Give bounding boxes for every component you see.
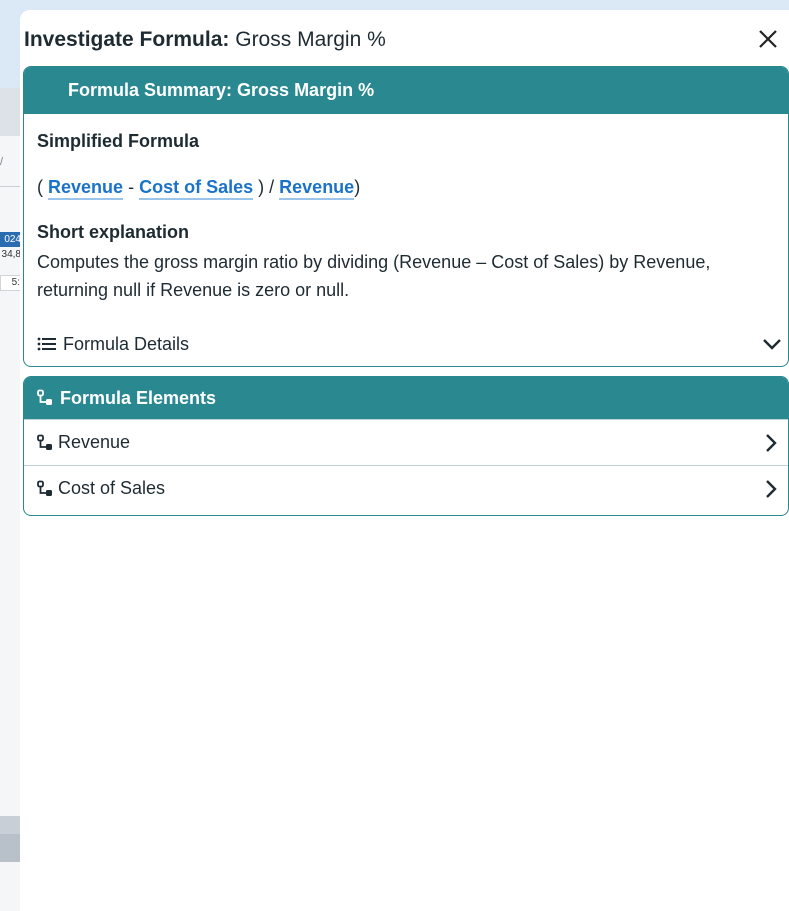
chevron-down-icon bbox=[762, 337, 782, 351]
formula-tree-icon bbox=[36, 434, 54, 452]
background-cell[interactable]: 34,8 bbox=[0, 248, 22, 262]
formula-operator: - bbox=[128, 177, 135, 197]
background-sidebar bbox=[0, 88, 22, 911]
close-button[interactable] bbox=[753, 24, 783, 54]
title-prefix: Investigate Formula: bbox=[24, 28, 230, 51]
formula-element-label: Revenue bbox=[58, 432, 131, 452]
chevron-right-icon bbox=[764, 433, 778, 453]
formula-operator: ) / bbox=[258, 177, 275, 197]
background-cell[interactable]: 5: bbox=[0, 275, 22, 291]
short-explanation-label: Short explanation bbox=[37, 222, 190, 242]
page-title: Investigate Formula: Gross Margin % bbox=[24, 28, 386, 52]
formula-element-row-cost-of-sales[interactable]: Cost of Sales bbox=[24, 465, 788, 511]
panel-header: Investigate Formula: Gross Margin % bbox=[24, 20, 789, 60]
formula-link-cost-of-sales[interactable]: Cost of Sales bbox=[139, 177, 254, 200]
simplified-formula: ( Revenue - Cost of Sales ) / Revenue) bbox=[37, 177, 361, 200]
list-icon bbox=[37, 336, 57, 352]
formula-paren: ( bbox=[37, 177, 43, 197]
background-toolbar bbox=[0, 88, 22, 136]
formula-element-label: Cost of Sales bbox=[58, 478, 166, 498]
background-bar bbox=[0, 816, 22, 834]
formula-elements-header: Formula Elements bbox=[24, 377, 788, 419]
background-cell-selected[interactable]: 024 bbox=[0, 232, 22, 247]
background-divider bbox=[0, 186, 22, 187]
formula-details-toggle[interactable]: Formula Details bbox=[37, 329, 782, 359]
formula-summary-header: Formula Summary: Gross Margin % bbox=[24, 67, 788, 114]
investigate-formula-panel: Investigate Formula: Gross Margin % Form… bbox=[20, 10, 789, 911]
title-formula-name: Gross Margin % bbox=[235, 28, 386, 51]
simplified-formula-label: Simplified Formula bbox=[37, 131, 200, 151]
formula-tree-icon bbox=[36, 389, 54, 407]
formula-link-revenue[interactable]: Revenue bbox=[48, 177, 124, 200]
formula-tree-icon bbox=[36, 480, 54, 498]
formula-paren: ) bbox=[354, 177, 361, 197]
formula-elements-card: Formula Elements Revenue Cost of Sales bbox=[23, 376, 789, 516]
formula-details-label: Formula Details bbox=[63, 333, 190, 354]
formula-summary-card: Formula Summary: Gross Margin % Simplifi… bbox=[23, 66, 789, 367]
short-explanation-text: Computes the gross margin ratio by divid… bbox=[37, 252, 711, 300]
close-icon bbox=[758, 29, 778, 49]
chevron-right-icon bbox=[764, 479, 778, 499]
formula-elements-title: Formula Elements bbox=[60, 387, 217, 408]
background-bar bbox=[0, 834, 22, 862]
formula-link-revenue[interactable]: Revenue bbox=[279, 177, 355, 200]
formula-element-row-revenue[interactable]: Revenue bbox=[24, 419, 788, 465]
background-chevron: / bbox=[0, 156, 4, 168]
